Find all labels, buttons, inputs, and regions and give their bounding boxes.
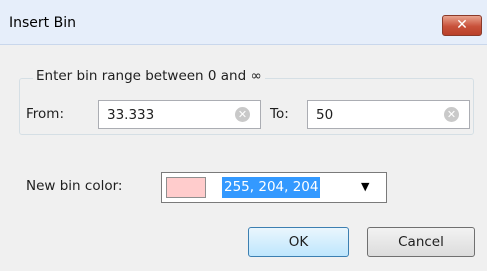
new-bin-color-label: New bin color: — [26, 178, 123, 194]
ok-button[interactable]: OK — [248, 227, 349, 257]
chevron-down-icon[interactable]: ▼ — [361, 180, 369, 193]
title-bar: Insert Bin ✕ — [0, 0, 487, 45]
from-clear-icon[interactable]: ✕ — [235, 107, 250, 122]
from-field-value: 33.333 — [107, 107, 155, 123]
bin-color-dropdown[interactable]: 255, 204, 204 ▼ — [161, 172, 387, 203]
color-swatch — [166, 177, 206, 198]
to-field[interactable]: 50 ✕ — [307, 100, 470, 129]
close-icon: ✕ — [456, 17, 468, 33]
to-label: To: — [270, 106, 289, 122]
from-label: From: — [26, 106, 64, 122]
insert-bin-dialog: Insert Bin ✕ Enter bin range between 0 a… — [0, 0, 487, 271]
bin-range-group-label: Enter bin range between 0 and ∞ — [33, 68, 265, 84]
close-button[interactable]: ✕ — [442, 15, 482, 36]
cancel-button[interactable]: Cancel — [367, 227, 475, 257]
to-field-value: 50 — [316, 107, 334, 123]
from-field[interactable]: 33.333 ✕ — [98, 100, 261, 129]
to-clear-icon[interactable]: ✕ — [444, 107, 459, 122]
color-value: 255, 204, 204 — [222, 177, 321, 198]
dialog-title: Insert Bin — [9, 15, 76, 31]
